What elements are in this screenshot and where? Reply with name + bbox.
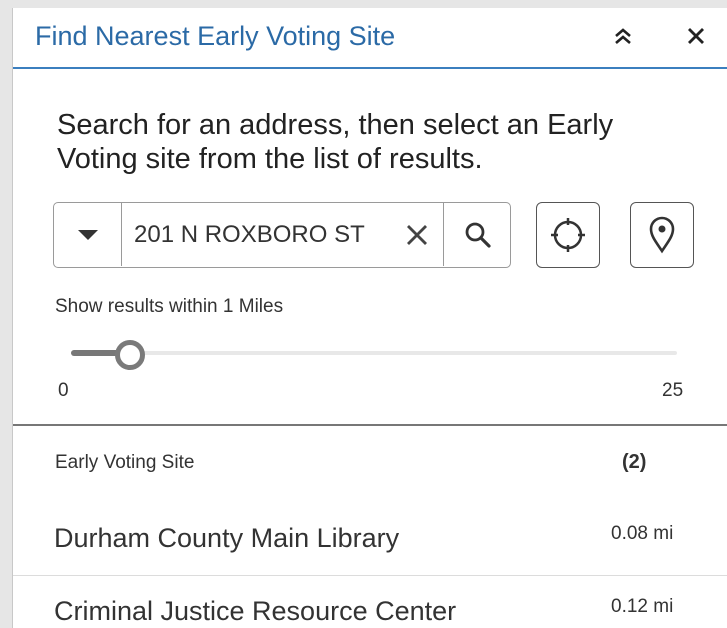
double-chevron-up-icon: [615, 28, 631, 44]
result-row[interactable]: Criminal Justice Resource Center 0.12 mi: [13, 576, 727, 628]
result-row[interactable]: Durham County Main Library 0.08 mi: [13, 503, 727, 576]
close-icon: [688, 28, 704, 44]
search-button[interactable]: [443, 203, 511, 266]
select-on-map-button[interactable]: [630, 202, 694, 268]
map-pin-icon: [649, 216, 675, 254]
result-name: Durham County Main Library: [54, 523, 400, 553]
panel-title: Find Nearest Early Voting Site: [35, 21, 396, 51]
close-button[interactable]: [680, 20, 712, 52]
result-name: Criminal Justice Resource Center: [54, 596, 457, 626]
slider-max-label: 25: [662, 380, 684, 401]
results-count: (2): [622, 451, 647, 473]
search-input[interactable]: [134, 215, 390, 255]
caret-down-icon: [77, 229, 98, 240]
use-current-location-button[interactable]: [536, 202, 600, 268]
distance-slider[interactable]: [71, 338, 677, 370]
collapse-button[interactable]: [607, 20, 639, 52]
search-bar: [53, 202, 511, 268]
slider-handle[interactable]: [115, 340, 145, 370]
crosshair-icon: [551, 218, 585, 252]
search-source-dropdown[interactable]: [54, 203, 122, 266]
slider-min-label: 0: [58, 380, 69, 401]
clear-search-button[interactable]: [400, 217, 434, 253]
instructions-text: Search for an address, then select an Ea…: [57, 109, 614, 175]
find-voting-site-panel: Find Nearest Early Voting Site Search fo…: [12, 8, 727, 628]
result-distance: 0.08 mi: [611, 523, 674, 544]
results-header: Early Voting Site (2): [13, 424, 727, 505]
clear-x-icon: [407, 225, 427, 245]
panel-titlebar: Find Nearest Early Voting Site: [13, 8, 727, 69]
result-distance: 0.12 mi: [611, 596, 674, 617]
slider-track[interactable]: [71, 351, 677, 355]
distance-label: Show results within 1 Miles: [55, 296, 284, 317]
results-header-label: Early Voting Site: [55, 452, 195, 473]
search-icon: [465, 222, 491, 248]
